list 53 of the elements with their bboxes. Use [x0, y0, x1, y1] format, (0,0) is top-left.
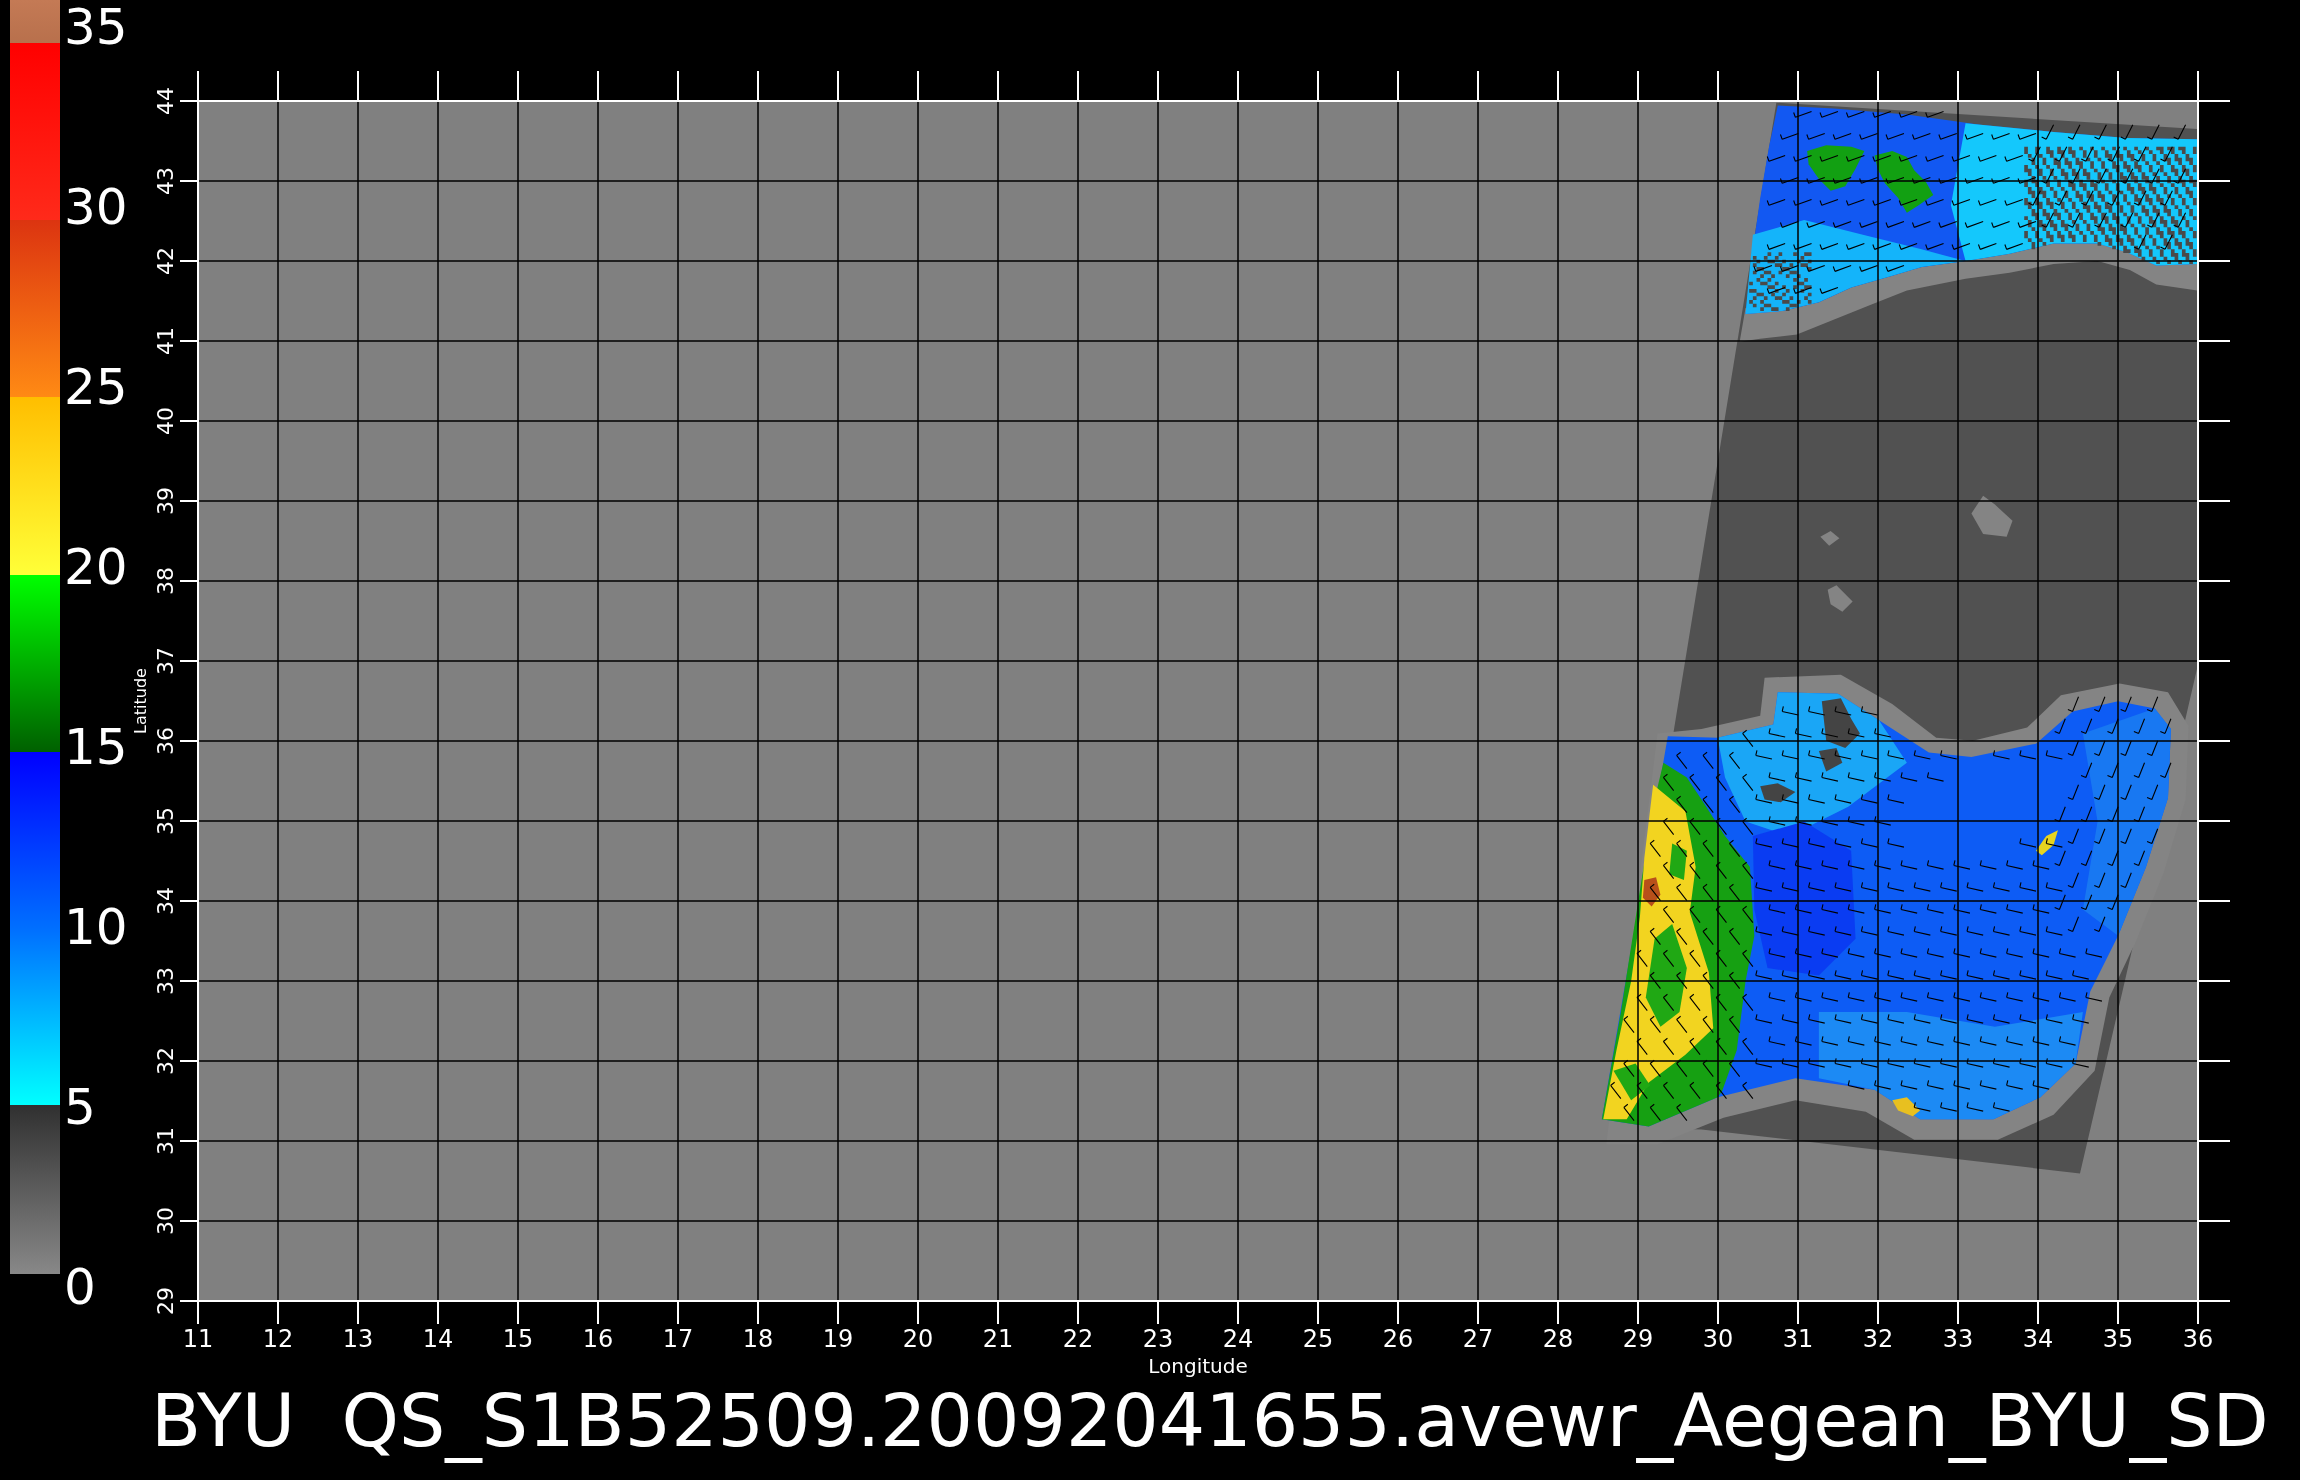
y-axis-title: Latitude	[131, 668, 150, 734]
x-axis-tick-label: 24	[1222, 1325, 1254, 1353]
y-axis-tick-label: 32	[153, 1047, 178, 1075]
x-axis-tick-label: 17	[662, 1325, 694, 1353]
color-scale-label: 5	[64, 1080, 96, 1134]
y-axis-tick-label: 41	[153, 327, 178, 355]
x-axis-tick-label: 28	[1542, 1325, 1574, 1353]
plot-title: BYU QS_S1B52509.20092041655.avewr_Aegean_BYU_SD	[151, 1378, 2269, 1465]
y-axis-tick-label: 30	[153, 1207, 178, 1235]
y-axis-tick-label: 38	[153, 567, 178, 595]
x-axis-tick-label: 21	[982, 1325, 1014, 1353]
y-axis-tick-label: 39	[153, 487, 178, 515]
x-axis-tick-label: 11	[182, 1325, 214, 1353]
x-axis-tick-label: 31	[1782, 1325, 1814, 1353]
x-axis-tick-label: 13	[342, 1325, 374, 1353]
color-scale-label: 15	[64, 720, 128, 774]
color-scale-label: 0	[64, 1260, 96, 1314]
x-axis-tick-label: 27	[1462, 1325, 1494, 1353]
x-axis-tick-label: 30	[1702, 1325, 1734, 1353]
y-axis-tick-label: 37	[153, 647, 178, 675]
x-axis-tick-label: 25	[1302, 1325, 1334, 1353]
color-scale-label: 35	[64, 0, 128, 54]
x-axis-tick-label: 14	[422, 1325, 454, 1353]
x-axis-tick-label: 23	[1142, 1325, 1174, 1353]
x-axis-title: Longitude	[1148, 1354, 1248, 1378]
x-axis-tick-label: 26	[1382, 1325, 1414, 1353]
y-axis-tick-label: 29	[153, 1287, 178, 1315]
x-axis-tick-label: 20	[902, 1325, 934, 1353]
color-scale-label: 20	[64, 540, 128, 594]
y-axis-tick-label: 34	[153, 887, 178, 915]
x-axis-tick-label: 34	[2022, 1325, 2054, 1353]
y-axis-tick-label: 35	[153, 807, 178, 835]
x-axis-tick-label: 32	[1862, 1325, 1894, 1353]
color-scale-label: 30	[64, 180, 128, 234]
x-axis-tick-label: 22	[1062, 1325, 1094, 1353]
y-axis-tick-label: 31	[153, 1127, 178, 1155]
x-axis-tick-label: 29	[1622, 1325, 1654, 1353]
y-axis-tick-label: 43	[153, 167, 178, 195]
color-scale-label: 10	[64, 900, 128, 954]
y-axis-tick-label: 33	[153, 967, 178, 995]
x-axis-tick-label: 33	[1942, 1325, 1974, 1353]
y-axis-tick-label: 36	[153, 727, 178, 755]
x-axis-tick-label: 36	[2182, 1325, 2214, 1353]
color-scale-label: 25	[64, 360, 128, 414]
y-axis-tick-label: 42	[153, 247, 178, 275]
x-axis-tick-label: 15	[502, 1325, 534, 1353]
x-axis-tick-label: 12	[262, 1325, 294, 1353]
y-axis-tick-label: 44	[153, 87, 178, 115]
x-axis-tick-label: 18	[742, 1325, 774, 1353]
x-axis-tick-label: 19	[822, 1325, 854, 1353]
x-axis-tick-label: 35	[2102, 1325, 2134, 1353]
y-axis-tick-label: 40	[153, 407, 178, 435]
x-axis-tick-label: 16	[582, 1325, 614, 1353]
